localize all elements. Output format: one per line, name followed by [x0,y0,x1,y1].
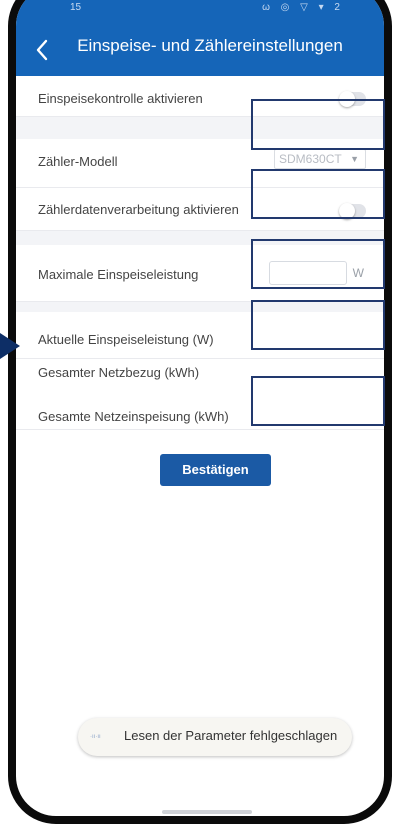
grid-export-label: Gesamte Netzeinspeisung (kWh) [38,409,229,424]
annotation-box [251,376,385,426]
current-feed-label: Aktuelle Einspeiseleistung (W) [38,332,214,347]
error-toast: ·ıı·ıı Lesen der Parameter fehlgeschlage… [78,718,352,756]
confirm-button[interactable]: Bestätigen [160,454,271,486]
status-time: 15 [70,2,82,13]
meter-model-label: Zähler-Modell [38,154,118,169]
toast-message: Lesen der Parameter fehlgeschlagen [124,728,338,743]
arrow-pointer-icon [0,333,20,359]
feed-control-label: Einspeisekontrolle aktivieren [38,91,203,106]
annotation-box [251,239,385,289]
home-indicator [162,810,252,814]
meter-model-select[interactable]: SDM630CT ▼ [274,149,366,169]
max-feed-label: Maximale Einspeiseleistung [38,267,199,282]
signal-icon: ·ıı·ıı [90,734,101,740]
app-header: 15 ω ◎ ▽ ▾ 2 Einspeise- und Zählereinste… [16,0,384,76]
chevron-down-icon: ▼ [350,154,359,164]
grid-import-label: Gesamter Netzbezug (kWh) [38,365,200,380]
page-title: Einspeise- und Zählereinstellungen [77,36,343,55]
status-icons: ω ◎ ▽ ▾ 2 [262,2,344,13]
annotation-box [251,99,385,150]
meter-processing-label: Zählerdatenverarbeitung aktivieren [38,202,239,217]
annotation-box [251,300,385,350]
annotation-box [251,169,385,219]
meter-model-value: SDM630CT [279,152,342,166]
status-bar: 15 ω ◎ ▽ ▾ 2 [16,2,384,13]
